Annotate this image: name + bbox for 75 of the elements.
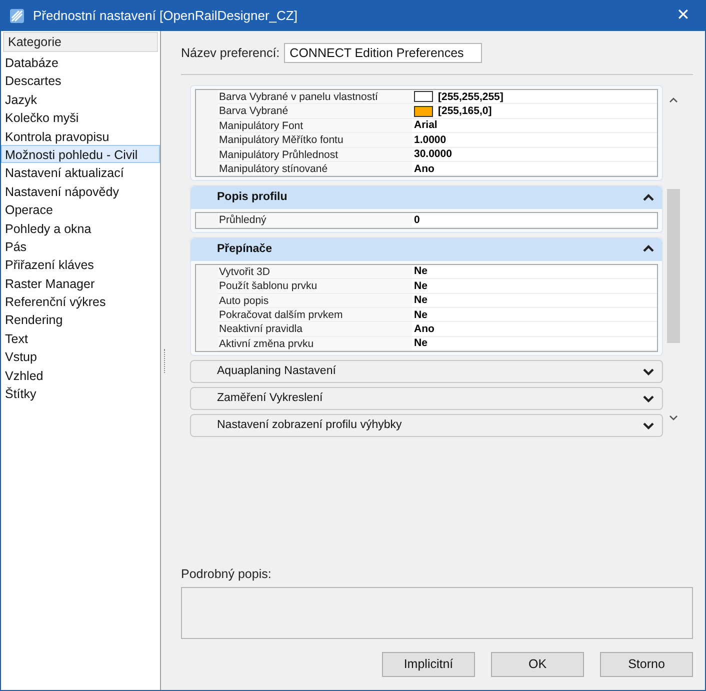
property-name: Manipulátory Měřítko fontu bbox=[218, 133, 412, 148]
section-title: Popis profilu bbox=[217, 190, 288, 206]
description-label: Podrobný popis: bbox=[181, 566, 272, 584]
property-value[interactable]: Ne bbox=[414, 336, 428, 350]
category-item[interactable]: Operace bbox=[1, 200, 160, 219]
property-name: Manipulátory stínované bbox=[218, 162, 412, 176]
category-item[interactable]: Pás bbox=[1, 236, 160, 256]
section-title: Nastavení zobrazení profilu výhybky bbox=[217, 418, 403, 433]
window-title: Přednostní nastavení [OpenRailDesigner_CZ] bbox=[33, 7, 298, 26]
category-item[interactable]: Přiřazení kláves bbox=[1, 255, 160, 274]
category-item[interactable]: Jazyk bbox=[1, 90, 160, 108]
property-value[interactable]: [255,255,255] bbox=[438, 90, 504, 104]
close-button[interactable]: ✕ bbox=[669, 4, 697, 28]
section-header[interactable]: Aquaplaning Nastavení bbox=[190, 360, 663, 384]
category-item[interactable]: Kolečko myši bbox=[1, 108, 160, 127]
category-item[interactable]: Vzhled bbox=[1, 366, 160, 384]
section-header[interactable]: Nastavení zobrazení profilu výhybky bbox=[190, 414, 663, 438]
scrollbar-thumb[interactable] bbox=[667, 189, 680, 343]
category-item[interactable]: Možnosti pohledu - Civil bbox=[1, 144, 160, 164]
expand-chevron-icon[interactable] bbox=[643, 368, 654, 376]
section-header[interactable]: Zaměření Vykreslení bbox=[190, 387, 663, 410]
collapse-chevron-icon[interactable] bbox=[643, 245, 654, 254]
property-name: Použít šablonu prvku bbox=[218, 279, 412, 294]
section-header[interactable]: Popis profilu bbox=[191, 186, 662, 210]
property-value[interactable]: Ne bbox=[414, 293, 428, 308]
dialog-button[interactable]: OK bbox=[491, 652, 584, 677]
category-item[interactable]: Nastavení aktualizací bbox=[1, 163, 160, 182]
property-name: Barva Vybrané v panelu vlastností bbox=[218, 90, 412, 104]
expand-chevron-icon[interactable] bbox=[643, 422, 654, 430]
dialog-button[interactable]: Storno bbox=[600, 652, 693, 677]
property-name: Vytvořit 3D bbox=[218, 264, 412, 280]
property-value[interactable]: Ne bbox=[414, 264, 428, 278]
category-item[interactable]: Referenční výkres bbox=[1, 292, 160, 310]
property-name: Manipulátory Font bbox=[218, 118, 412, 134]
category-item[interactable]: Databáze bbox=[1, 53, 160, 72]
category-item[interactable]: Descartes bbox=[1, 71, 160, 90]
property-value[interactable]: Ne bbox=[414, 308, 428, 322]
preference-name-field[interactable]: CONNECT Edition Preferences bbox=[284, 43, 482, 63]
category-item[interactable]: Pohledy a okna bbox=[1, 218, 160, 237]
section-title: Aquaplaning Nastavení bbox=[217, 364, 337, 379]
property-value[interactable]: Ne bbox=[414, 278, 428, 293]
category-item[interactable]: Raster Manager bbox=[1, 274, 160, 292]
color-swatch[interactable] bbox=[414, 91, 433, 102]
preference-name-label: Název preferencí: bbox=[181, 44, 280, 62]
property-value[interactable]: Ano bbox=[414, 162, 434, 176]
property-name: Aktivní změna prvku bbox=[218, 336, 412, 352]
property-name: Auto popis bbox=[218, 294, 412, 308]
scroll-up-icon[interactable] bbox=[669, 97, 678, 103]
property-value[interactable]: Ano bbox=[414, 322, 434, 336]
category-item[interactable]: Rendering bbox=[1, 310, 160, 329]
property-value[interactable]: [255,165,0] bbox=[438, 104, 492, 118]
section-header[interactable]: Přepínače bbox=[191, 238, 662, 261]
color-swatch[interactable] bbox=[414, 106, 433, 117]
expand-chevron-icon[interactable] bbox=[643, 394, 654, 403]
app-icon bbox=[9, 8, 25, 24]
property-value[interactable]: Arial bbox=[414, 118, 438, 132]
property-name: Neaktivní pravidla bbox=[218, 322, 412, 337]
section-title: Zaměření Vykreslení bbox=[217, 390, 324, 406]
property-value[interactable]: 1.0000 bbox=[414, 132, 446, 147]
collapse-chevron-icon[interactable] bbox=[643, 194, 654, 202]
property-value[interactable]: 30.0000 bbox=[414, 147, 452, 162]
property-name: Barva Vybrané bbox=[218, 104, 412, 119]
category-item[interactable]: Nastavení nápovědy bbox=[1, 182, 160, 200]
property-name: Manipulátory Průhlednost bbox=[218, 148, 412, 162]
category-item[interactable]: Vstup bbox=[1, 347, 160, 366]
property-name: Průhledný bbox=[218, 213, 412, 228]
property-value[interactable]: 0 bbox=[414, 213, 420, 228]
property-name: Pokračovat dalším prvkem bbox=[218, 308, 412, 322]
category-item[interactable]: Text bbox=[1, 328, 160, 348]
category-item[interactable]: Kontrola pravopisu bbox=[1, 126, 160, 145]
section-title: Přepínače bbox=[217, 242, 273, 257]
category-header: Kategorie bbox=[3, 32, 158, 52]
category-item[interactable]: Štítky bbox=[1, 384, 160, 402]
dialog-button[interactable]: Implicitní bbox=[382, 652, 475, 677]
scroll-down-icon[interactable] bbox=[669, 415, 678, 421]
